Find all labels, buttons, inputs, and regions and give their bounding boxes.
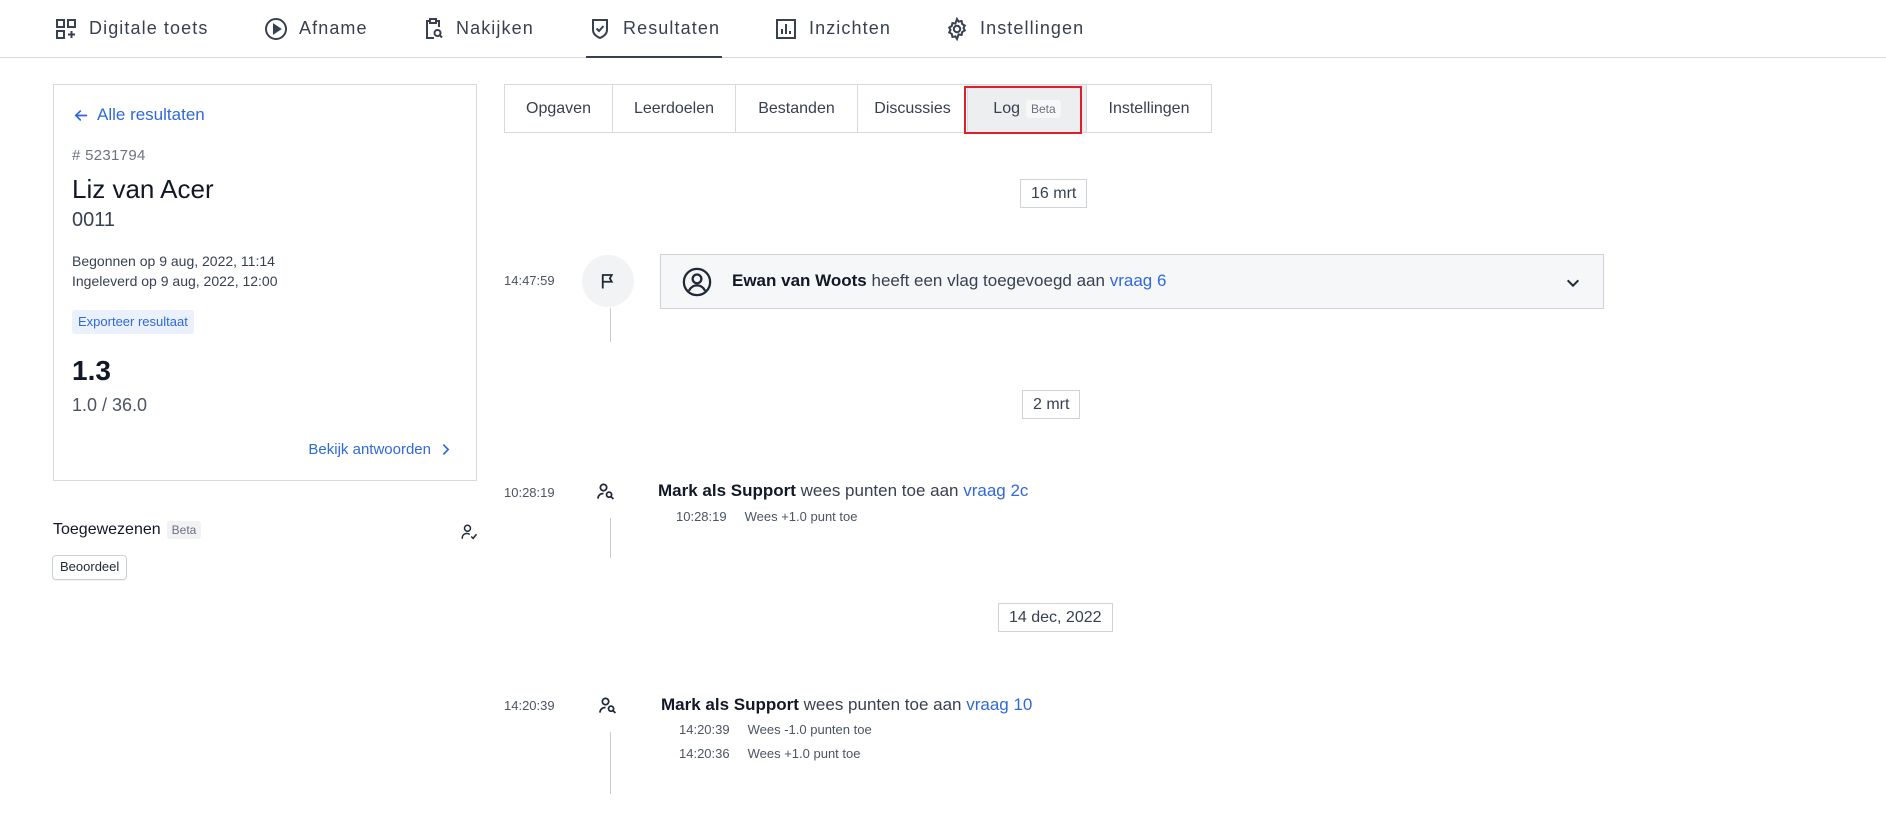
shield-check-icon (592, 18, 608, 39)
dashboard-add-icon (56, 18, 76, 39)
arrow-left-icon (74, 109, 88, 121)
log-detail-text: Wees -1.0 punten toe (747, 722, 872, 737)
tab-label: Discussies (874, 99, 951, 117)
chevron-down-icon[interactable] (1565, 275, 1581, 291)
log-detail-time: 14:20:39 (679, 722, 730, 737)
log-event-expandable[interactable]: Ewan van Woots heeft een vlag toegevoegd… (660, 254, 1604, 309)
log-event-text: Ewan van Woots heeft een vlag toegevoegd… (732, 271, 1166, 291)
top-navigation: Digitale toets Afname Nakijken Resultate… (0, 0, 1886, 58)
nav-item-instellingen[interactable]: Instellingen (945, 0, 1084, 57)
beta-badge: Beta (1026, 99, 1061, 118)
log-detail-time: 10:28:19 (676, 509, 727, 524)
log-event-action: wees punten toe aan (798, 695, 967, 714)
tab-instellingen[interactable]: Instellingen (1087, 85, 1211, 132)
user-check-icon[interactable] (460, 523, 478, 541)
clipboard-search-icon (426, 17, 443, 39)
nav-label: Afname (299, 18, 368, 38)
tab-bestanden[interactable]: Bestanden (736, 85, 858, 132)
student-code: 0011 (72, 209, 116, 231)
question-link[interactable]: vraag 10 (966, 695, 1032, 714)
bar-chart-icon (776, 18, 796, 39)
nav-label: Inzichten (809, 18, 891, 38)
result-id: # 5231794 (72, 147, 146, 164)
question-link[interactable]: vraag 6 (1110, 271, 1167, 290)
log-event-time: 10:28:19 (504, 485, 555, 500)
timeline-connector (610, 518, 611, 558)
started-time: Begonnen op 9 aug, 2022, 11:14 (72, 253, 275, 269)
timeline-connector (610, 732, 611, 794)
tab-log[interactable]: Log Beta (968, 85, 1087, 132)
user-search-icon (599, 697, 617, 714)
view-answers-label: Bekijk antwoorden (308, 441, 431, 458)
log-date-pill: 14 dec, 2022 (998, 603, 1113, 632)
log-event-text: Mark als Support wees punten toe aan vra… (658, 481, 1028, 501)
back-to-all-results-link[interactable]: Alle resultaten (73, 105, 205, 125)
log-detail-text: Wees +1.0 punt toe (744, 509, 858, 524)
nav-item-digitale-toets[interactable]: Digitale toets (54, 0, 208, 57)
tab-leerdoelen[interactable]: Leerdoelen (613, 85, 736, 132)
log-event-detail: 14:20:36 Wees +1.0 punt toe (679, 746, 860, 761)
assignees-title: Toegewezenen (53, 521, 161, 538)
log-event-action: wees punten toe aan (795, 481, 964, 500)
tab-label: Instellingen (1108, 99, 1190, 117)
log-event-actor: Mark als Support (658, 481, 796, 500)
nav-label: Nakijken (456, 18, 534, 38)
log-date-pill: 16 mrt (1020, 179, 1088, 208)
log-event-time: 14:20:39 (504, 698, 555, 713)
back-link-label: Alle resultaten (97, 105, 205, 124)
assess-chip[interactable]: Beoordeel (52, 555, 128, 580)
nav-item-nakijken[interactable]: Nakijken (421, 0, 534, 57)
nav-item-inzichten[interactable]: Inzichten (774, 0, 891, 57)
user-avatar-icon (682, 267, 712, 297)
student-name: Liz van Acer (72, 174, 214, 204)
grade: 1.3 (72, 355, 111, 386)
nav-label: Resultaten (623, 18, 721, 38)
flag-icon (601, 274, 614, 289)
log-event-icon (582, 255, 634, 307)
active-nav-indicator (586, 56, 723, 58)
log-date-pill: 2 mrt (1022, 390, 1081, 419)
log-event-actor: Mark als Support (661, 695, 799, 714)
tab-label: Opgaven (526, 99, 591, 117)
result-summary-card: Alle resultaten # 5231794 Liz van Acer 0… (53, 84, 477, 481)
beta-badge: Beta (166, 521, 202, 539)
log-detail-text: Wees +1.0 punt toe (747, 746, 861, 761)
chevron-right-icon (442, 444, 450, 455)
result-tabs: Opgaven Leerdoelen Bestanden Discussies … (504, 84, 1212, 133)
gear-icon (947, 16, 967, 41)
nav-label: Digitale toets (89, 18, 209, 38)
log-event-action: heeft een vlag toegevoegd aan (866, 271, 1110, 290)
tab-label: Bestanden (758, 99, 835, 117)
log-event-detail: 10:28:19 Wees +1.0 punt toe (676, 509, 857, 524)
tab-discussies[interactable]: Discussies (858, 85, 968, 132)
points-score: 1.0 / 36.0 (72, 395, 148, 415)
log-event-time: 14:47:59 (504, 273, 555, 288)
log-event-actor: Ewan van Woots (732, 271, 867, 290)
log-detail-time: 14:20:36 (679, 746, 730, 761)
log-event-detail: 14:20:39 Wees -1.0 punten toe (679, 722, 872, 737)
tab-label: Leerdoelen (633, 99, 715, 117)
play-circle-icon (265, 17, 287, 40)
tab-opgaven[interactable]: Opgaven (505, 85, 613, 132)
nav-item-resultaten[interactable]: Resultaten (586, 0, 723, 58)
timeline-connector (610, 308, 611, 342)
submitted-time: Ingeleverd op 9 aug, 2022, 12:00 (72, 273, 278, 289)
tab-label: Log (993, 99, 1020, 117)
nav-label: Instellingen (980, 18, 1085, 38)
log-event-text: Mark als Support wees punten toe aan vra… (661, 695, 1032, 715)
view-answers-link[interactable]: Bekijk antwoorden (308, 441, 452, 458)
user-search-icon (597, 483, 615, 500)
question-link[interactable]: vraag 2c (963, 481, 1028, 500)
nav-item-afname[interactable]: Afname (264, 0, 368, 57)
assignees-heading: Toegewezenen Beta (53, 521, 202, 539)
export-result-button[interactable]: Exporteer resultaat (72, 310, 194, 334)
